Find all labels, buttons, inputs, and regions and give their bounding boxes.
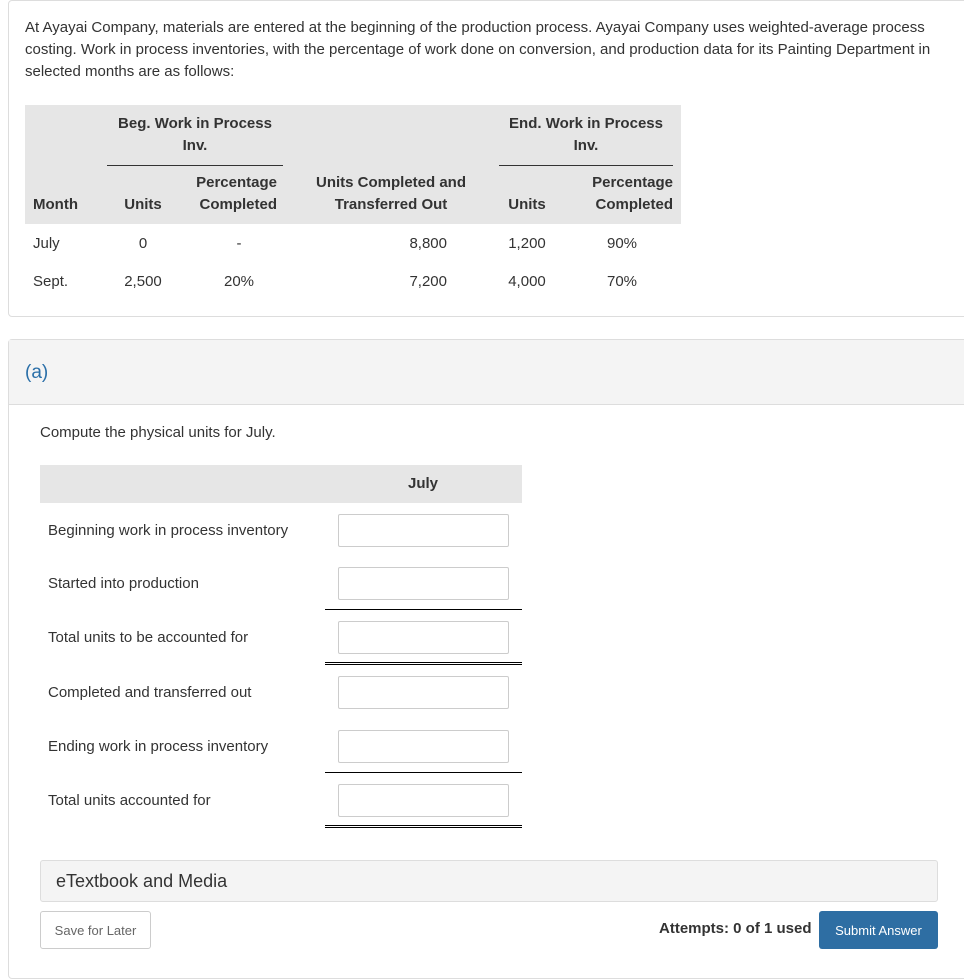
col-end-pct: Percentage Completed xyxy=(563,166,681,224)
part-label: (a) xyxy=(25,362,49,383)
submit-answer-button[interactable]: Submit Answer xyxy=(819,911,938,949)
col-beg-units: Units xyxy=(99,166,187,224)
total-double-rule xyxy=(325,662,522,665)
completed-transferred-input[interactable] xyxy=(338,676,509,709)
problem-card: At Ayayai Company, materials are entered… xyxy=(8,0,964,317)
row-label-started: Started into production xyxy=(48,575,199,592)
total-units-to-account-input[interactable] xyxy=(338,621,509,654)
production-data-table: Beg. Work in Process Inv. End. Work in P… xyxy=(25,105,681,300)
total-double-rule xyxy=(325,825,522,828)
end-wip-group-header: End. Work in Process Inv. xyxy=(491,105,681,166)
ending-wip-input[interactable] xyxy=(338,730,509,763)
subtotal-rule xyxy=(325,609,522,610)
row-label-ending-wip: Ending work in process inventory xyxy=(48,738,269,755)
beg-wip-group-header: Beg. Work in Process Inv. xyxy=(99,105,291,166)
answer-column-header: July xyxy=(40,465,522,503)
col-beg-pct: Percentage Completed xyxy=(187,166,291,224)
total-units-accounted-input[interactable] xyxy=(338,784,509,817)
part-a-card: (a) Compute the physical units for July.… xyxy=(8,339,964,979)
table-row: July 0 - 8,800 1,200 90% xyxy=(33,234,638,252)
etextbook-media-panel[interactable]: eTextbook and Media xyxy=(40,860,938,902)
save-for-later-button[interactable]: Save for Later xyxy=(40,911,151,949)
subtotal-rule xyxy=(325,772,522,773)
attempts-counter: Attempts: 0 of 1 used xyxy=(659,920,812,937)
row-label-beginning-wip: Beginning work in process inventory xyxy=(48,522,289,539)
col-transferred: Units Completed and Transferred Out xyxy=(291,166,491,224)
started-into-production-input[interactable] xyxy=(338,567,509,600)
part-prompt: Compute the physical units for July. xyxy=(40,424,276,441)
row-label-total-accounted: Total units accounted for xyxy=(48,792,211,809)
col-end-units: Units xyxy=(491,166,563,224)
row-label-total-to-account: Total units to be accounted for xyxy=(48,629,249,646)
row-label-completed: Completed and transferred out xyxy=(48,684,252,701)
part-header: (a) xyxy=(9,340,964,405)
table-row: Sept. 2,500 20% 7,200 4,000 70% xyxy=(33,272,638,290)
beginning-wip-input[interactable] xyxy=(338,514,509,547)
col-month: Month xyxy=(25,166,99,224)
problem-intro: At Ayayai Company, materials are entered… xyxy=(25,19,931,80)
